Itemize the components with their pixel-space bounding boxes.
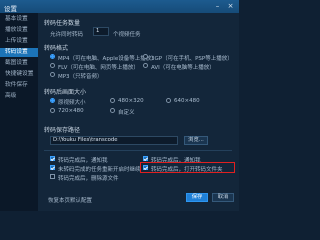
- task-prefix-label: 允许同时转码: [50, 32, 84, 38]
- format-mp3-radio[interactable]: [50, 72, 55, 77]
- settings-sidebar: 基本设置 播放设置 上传设置 转码设置 截图设置 快捷键设置 软件保存 高级: [0, 13, 38, 211]
- sidebar-item-transcode[interactable]: 转码设置: [0, 48, 38, 57]
- cancel-button[interactable]: 取消: [212, 193, 234, 202]
- resume-checkbox[interactable]: [50, 165, 55, 170]
- notify-label: 转码完成后，通知我: [58, 158, 108, 164]
- delete-source-checkbox[interactable]: [50, 174, 55, 179]
- open-folder-label: 转码完成后，打开转码文件夹: [151, 167, 223, 173]
- size-640x480-label: 640×480: [174, 98, 200, 104]
- sidebar-item-upload[interactable]: 上传设置: [0, 37, 38, 46]
- format-mp4-radio[interactable]: [50, 54, 55, 59]
- restore-defaults-link[interactable]: 恢复本页默认配置: [48, 196, 92, 204]
- size-480x320-label: 480×320: [118, 98, 144, 104]
- format-3gp-radio[interactable]: [143, 54, 148, 59]
- sidebar-item-playback[interactable]: 播放设置: [0, 26, 38, 35]
- size-custom-radio[interactable]: [110, 108, 115, 113]
- delete-source-label: 转码完成后，删除源文件: [58, 176, 119, 182]
- settings-main: 转码任务数量 允许同时转码 1 个视频任务 转码格式 MP4（可在电脑、Appl…: [38, 13, 239, 211]
- minimize-icon[interactable]: –: [214, 3, 221, 10]
- sidebar-item-advanced[interactable]: 高级: [0, 92, 38, 101]
- open-folder-checkbox[interactable]: [143, 165, 148, 170]
- title-bar: 设置 – ×: [0, 0, 239, 13]
- divider: [44, 150, 232, 151]
- format-avi-label: AVI（可在电脑等上播放）: [151, 65, 215, 71]
- size-640x480-radio[interactable]: [166, 98, 171, 103]
- size-480x320-radio[interactable]: [110, 98, 115, 103]
- size-original-radio[interactable]: [50, 98, 55, 103]
- browse-button[interactable]: 浏览...: [184, 136, 208, 145]
- path-section-title: 转码保存路径: [44, 127, 81, 134]
- format-avi-radio[interactable]: [143, 63, 148, 68]
- format-mp3-label: MP3（只转音频）: [58, 74, 103, 80]
- format-flv-label: FLV（可在电脑、网页等上播放）: [58, 65, 139, 71]
- close-icon[interactable]: ×: [227, 3, 234, 10]
- task-section-title: 转码任务数量: [44, 20, 81, 27]
- size-section-title: 转码后画面大小: [44, 89, 87, 96]
- format-section-title: 转码格式: [44, 45, 69, 52]
- sidebar-item-screenshot[interactable]: 截图设置: [0, 59, 38, 68]
- format-flv-radio[interactable]: [50, 63, 55, 68]
- sidebar-item-hotkeys[interactable]: 快捷键设置: [0, 70, 38, 79]
- sidebar-item-basic[interactable]: 基本设置: [0, 15, 38, 24]
- sidebar-item-software[interactable]: 软件保存: [0, 81, 38, 90]
- resume-label: 未转码完成的任务重新开启时继续: [58, 167, 141, 173]
- size-720x480-label: 720×480: [58, 108, 84, 114]
- notify-checkbox[interactable]: [50, 156, 55, 161]
- window-title: 设置: [4, 5, 17, 13]
- format-mp4-label: MP4（可在电脑、Apple设备等上播放）: [58, 56, 157, 62]
- save-button[interactable]: 保存: [186, 193, 208, 202]
- format-3gp-label: 3GP（可在手机、PSP等上播放）: [151, 56, 233, 62]
- size-720x480-radio[interactable]: [50, 108, 55, 113]
- size-original-label: 原视频大小: [58, 100, 86, 106]
- save-path-input[interactable]: D:\Youku Files\transcode: [50, 136, 178, 145]
- size-custom-label: 自定义: [118, 110, 135, 116]
- notify-checkbox-2[interactable]: [143, 156, 148, 161]
- task-suffix-label: 个视频任务: [113, 32, 141, 38]
- task-count-select[interactable]: 1: [93, 27, 109, 36]
